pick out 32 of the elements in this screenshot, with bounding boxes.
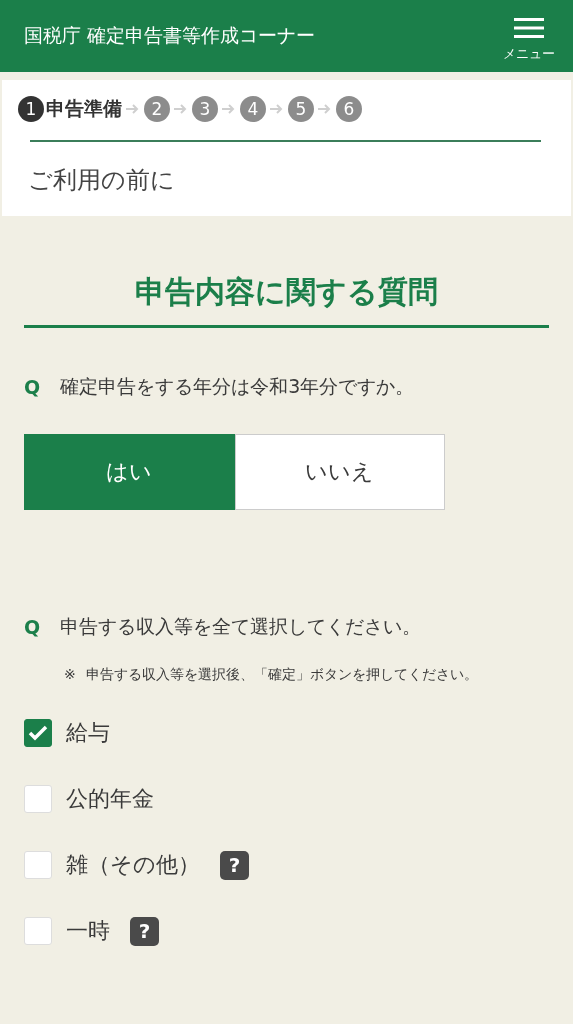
site-title: 国税庁 確定申告書等作成コーナー [24, 23, 316, 48]
step-title: ご利用の前に [28, 165, 176, 196]
question-text: 確定申告をする年分は令和3年分ですか。 [60, 374, 415, 399]
help-icon[interactable]: ? [130, 916, 159, 946]
checkbox[interactable] [24, 719, 52, 747]
step-label: 申告準備 [46, 96, 122, 121]
menu-icon [514, 17, 544, 39]
checkbox-label: 給与 [66, 719, 110, 747]
checkbox-label: 一時 [66, 917, 110, 945]
checkbox-label: 公的年金 [66, 785, 154, 813]
menu-button[interactable]: メニュー [503, 17, 555, 63]
note-mark: ※ [64, 665, 76, 684]
arrow-icon [126, 104, 140, 114]
arrow-icon [318, 104, 332, 114]
step-number: 5 [288, 96, 314, 122]
help-icon[interactable]: ? [220, 850, 249, 880]
note-text: 申告する収入等を選択後、「確定」ボタンを押してください。 [85, 665, 478, 684]
checkbox-label: 雑（その他） [66, 851, 200, 879]
step-number: 3 [192, 96, 218, 122]
question-marker: Q [24, 376, 41, 398]
section-heading: 申告内容に関する質問 [24, 272, 549, 328]
answer-option[interactable]: はい [24, 434, 235, 510]
arrow-icon [222, 104, 236, 114]
arrow-icon [270, 104, 284, 114]
step-number: 6 [336, 96, 362, 122]
question-marker: Q [24, 616, 41, 638]
step-number: 2 [144, 96, 170, 122]
question-text: 申告する収入等を全て選択してください。 [60, 614, 422, 639]
answer-option[interactable]: いいえ [234, 434, 445, 510]
arrow-icon [174, 104, 188, 114]
step-number: 4 [240, 96, 266, 122]
step-number: 1 [18, 96, 44, 122]
